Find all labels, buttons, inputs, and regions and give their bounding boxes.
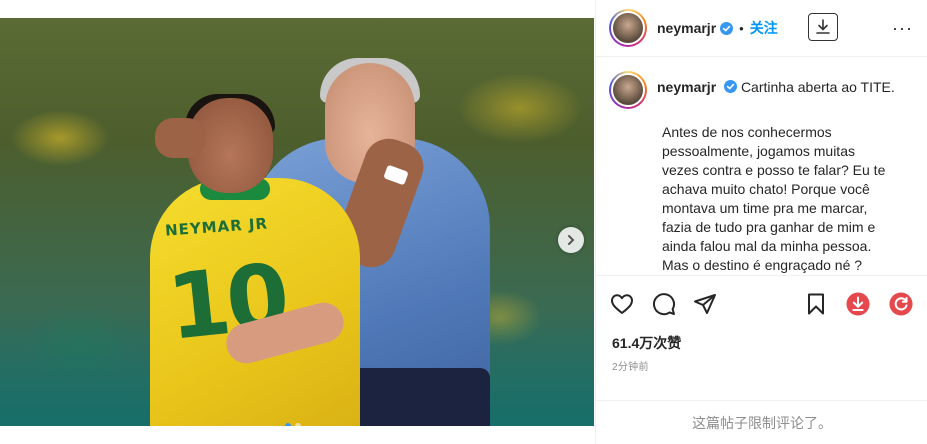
download-button[interactable] xyxy=(808,13,838,41)
caption-body: Antes de nos conhecermos pessoalmente, j… xyxy=(662,124,886,273)
post-timestamp[interactable]: 2分钟前 xyxy=(612,358,649,373)
carousel-dot-2 xyxy=(295,423,301,426)
like-button[interactable] xyxy=(610,292,634,316)
carousel-dot-1 xyxy=(285,423,291,426)
post-media[interactable]: NEYMAR JR 10 xyxy=(0,18,594,426)
likes-count[interactable]: 61.4万次赞 xyxy=(612,333,681,353)
instagram-post-view: NEYMAR JR 10 neymarjr • 关注 ··· neymarjr … xyxy=(0,0,927,444)
verified-badge-icon xyxy=(720,21,734,35)
action-bar xyxy=(596,275,927,335)
download-icon xyxy=(816,19,830,34)
caption-avatar[interactable] xyxy=(609,71,647,109)
red-download-icon xyxy=(846,292,870,316)
comment-icon xyxy=(653,293,675,316)
more-options-button[interactable]: ··· xyxy=(892,18,913,39)
carousel-indicator xyxy=(285,423,301,426)
caption-avatar-image xyxy=(611,73,645,107)
follow-button[interactable]: 关注 xyxy=(750,18,778,38)
verified-badge-icon xyxy=(724,80,738,93)
extension-download-button[interactable] xyxy=(846,292,870,316)
red-refresh-icon xyxy=(889,292,913,316)
caption-title-line: neymarjr Cartinha aberta ao TITE. xyxy=(657,71,895,97)
caption-title: Cartinha aberta ao TITE. xyxy=(740,79,895,95)
extension-refresh-button[interactable] xyxy=(889,292,913,316)
caption-header: neymarjr Cartinha aberta ao TITE. xyxy=(609,71,914,109)
chevron-right-icon xyxy=(568,235,575,245)
avatar-image xyxy=(611,11,645,45)
bookmark-icon xyxy=(808,293,824,315)
share-button[interactable] xyxy=(693,292,717,316)
share-icon xyxy=(694,294,716,314)
caption-section: neymarjr Cartinha aberta ao TITE. Antes … xyxy=(596,57,927,275)
coach-pants xyxy=(350,368,490,426)
save-button[interactable] xyxy=(804,292,828,316)
header-separator: • xyxy=(739,20,744,36)
carousel-next-button[interactable] xyxy=(558,227,584,253)
caption-username[interactable]: neymarjr xyxy=(657,79,716,95)
post-header: neymarjr • 关注 ··· xyxy=(596,0,927,57)
username[interactable]: neymarjr xyxy=(657,20,716,36)
comments-limited-notice: 这篇帖子限制评论了。 xyxy=(596,400,927,444)
post-side-panel: neymarjr • 关注 ··· neymarjr Cartinha aber… xyxy=(595,0,927,444)
avatar[interactable] xyxy=(609,9,647,47)
comment-button[interactable] xyxy=(652,292,676,316)
player-hand xyxy=(155,118,205,158)
heart-icon xyxy=(611,294,633,314)
